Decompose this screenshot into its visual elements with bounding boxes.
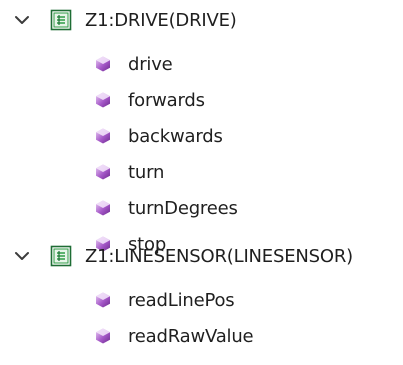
tree-leaf-turn[interactable]: turn bbox=[93, 154, 164, 190]
method-icon bbox=[93, 90, 113, 110]
tree-leaf-label: turn bbox=[128, 161, 165, 183]
component-icon bbox=[50, 9, 72, 31]
tree-node-linesensor[interactable]: Z1:LINESENSOR(LINESENSOR) bbox=[0, 238, 353, 274]
tree-leaf-label: forwards bbox=[128, 89, 205, 111]
tree-leaf-drive[interactable]: drive bbox=[93, 46, 173, 82]
chevron-down-icon[interactable] bbox=[10, 244, 34, 268]
tree-leaf-forwards[interactable]: forwards bbox=[93, 82, 205, 118]
tree-leaf-label: backwards bbox=[128, 125, 223, 147]
tree-leaf-label: drive bbox=[128, 53, 173, 75]
tree-leaf-turn-degrees[interactable]: turnDegrees bbox=[93, 190, 238, 226]
component-icon bbox=[50, 245, 72, 267]
chevron-down-icon[interactable] bbox=[10, 8, 34, 32]
method-icon bbox=[93, 54, 113, 74]
tree-node-label: Z1:LINESENSOR(LINESENSOR) bbox=[85, 245, 353, 267]
tree-node-drive[interactable]: Z1:DRIVE(DRIVE) bbox=[0, 2, 237, 38]
method-icon bbox=[93, 126, 113, 146]
tree-leaf-backwards[interactable]: backwards bbox=[93, 118, 223, 154]
method-icon bbox=[93, 198, 113, 218]
method-icon bbox=[93, 290, 113, 310]
tree-leaf-label: readRawValue bbox=[128, 325, 254, 347]
tree-leaf-read-line-pos[interactable]: readLinePos bbox=[93, 282, 235, 318]
method-icon bbox=[93, 326, 113, 346]
tree-node-label: Z1:DRIVE(DRIVE) bbox=[85, 9, 237, 31]
tree-leaf-label: readLinePos bbox=[128, 289, 235, 311]
component-tree: Z1:DRIVE(DRIVE) drive forwards backwards… bbox=[0, 0, 403, 365]
tree-leaf-read-raw-value[interactable]: readRawValue bbox=[93, 318, 254, 354]
method-icon bbox=[93, 162, 113, 182]
tree-leaf-label: turnDegrees bbox=[128, 197, 238, 219]
